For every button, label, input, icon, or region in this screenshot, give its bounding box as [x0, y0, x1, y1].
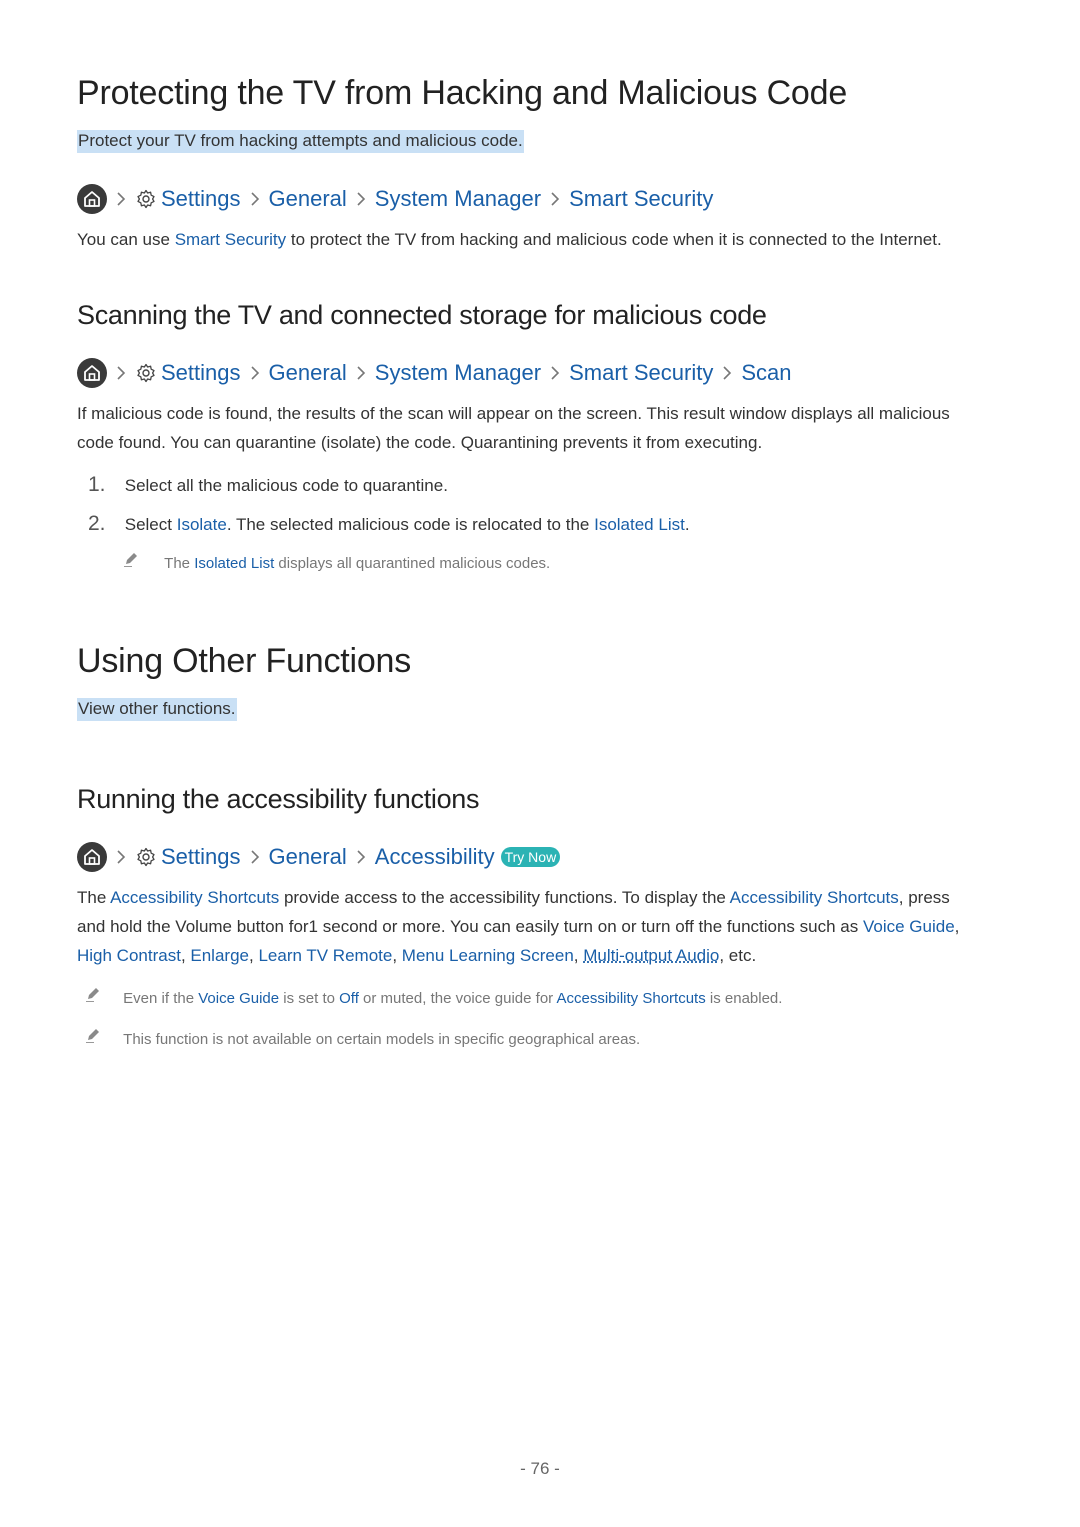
- gear-icon: [135, 188, 157, 210]
- link-voice-guide[interactable]: Voice Guide: [863, 917, 955, 936]
- chevron-right-icon: [110, 188, 132, 210]
- path-settings[interactable]: Settings: [161, 360, 241, 386]
- section-intro: Protect your TV from hacking attempts an…: [77, 130, 524, 153]
- body-line: code found. You can quarantine (isolate)…: [77, 433, 763, 452]
- note: The Isolated List displays all quarantin…: [122, 550, 550, 572]
- path-system-manager[interactable]: System Manager: [375, 360, 541, 386]
- menu-path: Settings General System Manager Smart Se…: [77, 184, 713, 214]
- body-text: , etc.: [719, 946, 757, 965]
- section-heading: Running the accessibility functions: [77, 784, 480, 814]
- home-icon[interactable]: [77, 358, 107, 388]
- link-isolated-list[interactable]: Isolated List: [194, 555, 274, 572]
- note: Even if the Voice Guide is set to Off or…: [84, 985, 782, 1007]
- body-text: ,: [392, 946, 402, 965]
- try-now-button[interactable]: Try Now: [500, 847, 561, 867]
- link-smart-security[interactable]: Smart Security: [175, 230, 286, 249]
- link-enlarge[interactable]: Enlarge: [190, 946, 249, 965]
- step-text: .: [684, 515, 690, 534]
- chevron-right-icon: [350, 362, 372, 384]
- menu-path: Settings General System Manager Smart Se…: [77, 358, 792, 388]
- body-text: and hold the Volume button for1 second o…: [77, 917, 863, 936]
- step-item: 1. Select all the malicious code to quar…: [88, 470, 448, 500]
- path-smart-security[interactable]: Smart Security: [569, 186, 713, 212]
- body-text: ,: [180, 946, 191, 965]
- path-general[interactable]: General: [269, 844, 347, 870]
- body-line: High Contrast, Enlarge, Learn TV Remote,…: [77, 941, 1017, 970]
- page-number: - 76 -: [520, 1459, 560, 1478]
- link-isolate[interactable]: Isolate: [177, 515, 227, 534]
- link-isolated-list[interactable]: Isolated List: [594, 515, 685, 534]
- section-heading: Scanning the TV and connected storage fo…: [77, 300, 767, 330]
- path-settings[interactable]: Settings: [161, 844, 241, 870]
- step-number: 2.: [88, 512, 106, 535]
- chevron-right-icon: [244, 362, 266, 384]
- step-item: 2. Select Isolate. The selected maliciou…: [88, 509, 690, 539]
- intro-text: Protect your TV from hacking attempts an…: [77, 130, 524, 153]
- step-number: 1.: [88, 473, 106, 496]
- body-text: The: [77, 888, 111, 907]
- note: This function is not available on certai…: [84, 1026, 640, 1048]
- body-text: ,: [573, 946, 584, 965]
- home-icon[interactable]: [77, 184, 107, 214]
- page-title: Protecting the TV from Hacking and Malic…: [77, 74, 848, 112]
- chevron-right-icon: [244, 188, 266, 210]
- note-text: or muted, the voice guide for: [358, 990, 557, 1007]
- body-text: You can use: [77, 230, 175, 249]
- chevron-right-icon: [544, 188, 566, 210]
- chevron-right-icon: [544, 362, 566, 384]
- link-high-contrast[interactable]: High Contrast: [77, 946, 181, 965]
- step-text: Select: [124, 515, 177, 534]
- link-multi-output-audio[interactable]: Multi-output Audio: [583, 946, 719, 965]
- body-line: The Accessibility Shortcuts provide acce…: [77, 883, 1017, 912]
- section-body: The Accessibility Shortcuts provide acce…: [77, 883, 1017, 970]
- chevron-right-icon: [110, 846, 132, 868]
- link-learn-tv-remote[interactable]: Learn TV Remote: [258, 946, 392, 965]
- path-smart-security[interactable]: Smart Security: [569, 360, 713, 386]
- link-menu-learning-screen[interactable]: Menu Learning Screen: [402, 946, 574, 965]
- step-text: . The selected malicious code is relocat…: [226, 515, 595, 534]
- link-accessibility-shortcuts[interactable]: Accessibility Shortcuts: [110, 888, 279, 907]
- link-accessibility-shortcuts[interactable]: Accessibility Shortcuts: [730, 888, 899, 907]
- note-text: is set to: [279, 990, 340, 1007]
- body-text: provide access to the accessibility func…: [279, 888, 730, 907]
- note-text: Even if the: [123, 990, 199, 1007]
- note-text: is enabled.: [705, 990, 783, 1007]
- note-text: This function is not available on certai…: [123, 1031, 641, 1048]
- section-body: You can use Smart Security to protect th…: [77, 225, 942, 254]
- path-scan[interactable]: Scan: [741, 360, 791, 386]
- intro-text: View other functions.: [77, 698, 237, 721]
- pencil-icon: [84, 1026, 102, 1044]
- path-general[interactable]: General: [269, 360, 347, 386]
- path-system-manager[interactable]: System Manager: [375, 186, 541, 212]
- chevron-right-icon: [350, 188, 372, 210]
- step-text: Select all the malicious code to quarant…: [124, 476, 448, 495]
- home-icon[interactable]: [77, 842, 107, 872]
- link-off[interactable]: Off: [339, 990, 359, 1007]
- pencil-icon: [84, 985, 102, 1003]
- section-body: If malicious code is found, the results …: [77, 399, 950, 457]
- note-text: The: [164, 555, 195, 572]
- body-line: and hold the Volume button for1 second o…: [77, 912, 1017, 941]
- body-text: ,: [954, 917, 960, 936]
- pencil-icon: [122, 550, 140, 568]
- path-settings[interactable]: Settings: [161, 186, 241, 212]
- menu-path: Settings General Accessibility Try Now: [77, 842, 561, 872]
- link-accessibility-shortcuts[interactable]: Accessibility Shortcuts: [557, 990, 706, 1007]
- chevron-right-icon: [350, 846, 372, 868]
- page-title: Using Other Functions: [77, 642, 412, 680]
- link-voice-guide[interactable]: Voice Guide: [198, 990, 279, 1007]
- body-text: to protect the TV from hacking and malic…: [286, 230, 942, 249]
- gear-icon: [135, 362, 157, 384]
- note-text: displays all quarantined malicious codes…: [274, 555, 551, 572]
- chevron-right-icon: [244, 846, 266, 868]
- chevron-right-icon: [110, 362, 132, 384]
- chevron-right-icon: [716, 362, 738, 384]
- body-line: If malicious code is found, the results …: [77, 404, 950, 423]
- gear-icon: [135, 846, 157, 868]
- section-intro: View other functions.: [77, 698, 237, 721]
- path-accessibility[interactable]: Accessibility: [375, 844, 495, 870]
- body-text: , press: [898, 888, 950, 907]
- path-general[interactable]: General: [269, 186, 347, 212]
